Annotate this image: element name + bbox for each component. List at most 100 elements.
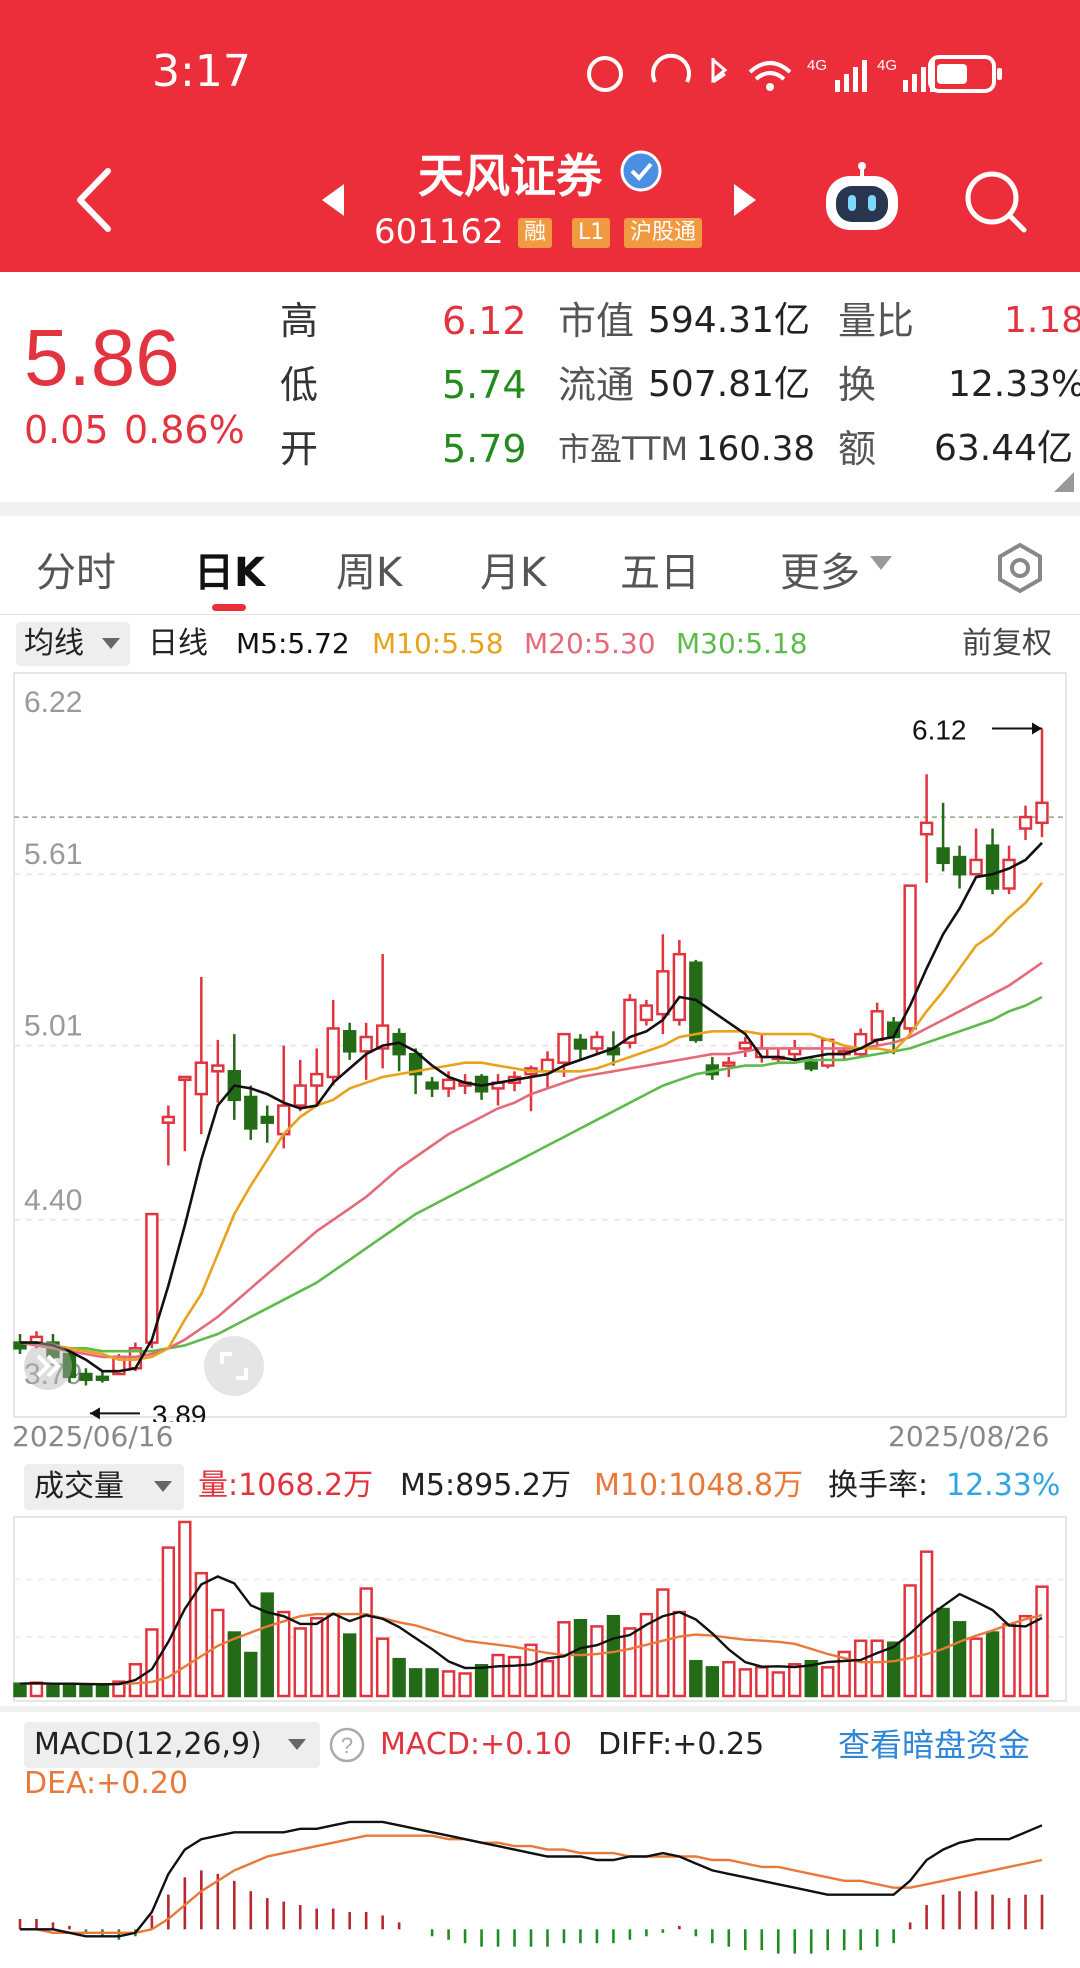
tab-five-day[interactable]: 五日 (620, 540, 700, 598)
last-price: 5.86 (24, 313, 180, 402)
volume-bar (1018, 1614, 1033, 1698)
prev-stock-icon[interactable] (318, 180, 348, 220)
candle-body (985, 844, 1000, 890)
candle-body (326, 1027, 340, 1079)
volume-bar (408, 1668, 423, 1698)
volume-bar (458, 1672, 472, 1698)
candle-body (1002, 858, 1016, 890)
diff-value: DIFF:+0.25 (598, 1727, 765, 1762)
volume-bar (672, 1610, 687, 1698)
candle-body (936, 847, 950, 865)
candle-body (211, 1064, 225, 1073)
chart-expand-button[interactable] (24, 1342, 72, 1390)
status-time: 3:17 (152, 46, 251, 97)
volume-bar (211, 1608, 225, 1698)
candlestick-chart[interactable]: 6.225.615.014.403.796.123.89 (0, 672, 1080, 1422)
candle-body (79, 1372, 93, 1381)
float-value: 507.81亿 (648, 364, 810, 405)
price-axis-label: 6.22 (24, 686, 82, 719)
low-label: 低 (280, 363, 319, 407)
candle-body (260, 1115, 274, 1124)
period-label: 日线 (148, 626, 208, 661)
macd-diff-line (20, 1820, 1043, 1938)
tab-divider (0, 614, 1080, 615)
volume-bar (62, 1682, 77, 1698)
volume-bar (903, 1584, 917, 1698)
volume-bar (342, 1633, 357, 1698)
candle-body (161, 1115, 176, 1124)
search-icon[interactable] (962, 168, 1028, 234)
next-stock-icon[interactable] (730, 180, 760, 220)
candle-body (1018, 815, 1033, 830)
candle-body (178, 1075, 192, 1082)
adjust-mode[interactable]: 前复权 (962, 624, 1052, 664)
tab-monthly-k[interactable]: 月K (480, 540, 546, 598)
volume-bar (771, 1671, 785, 1698)
open-label: 开 (280, 427, 319, 471)
float-label: 流通 (558, 363, 635, 407)
volume-bar (326, 1612, 340, 1698)
macd-selector[interactable]: MACD(12,26,9) (24, 1722, 320, 1768)
mcap-value: 594.31亿 (648, 300, 810, 341)
tag-connect: 沪股通 (624, 218, 703, 248)
volume-bar (524, 1643, 538, 1698)
volume-bar (1035, 1585, 1049, 1698)
fullscreen-button[interactable] (204, 1336, 264, 1396)
tab-more[interactable]: 更多 (780, 540, 860, 598)
dark-pool-link[interactable]: 查看暗盘资金 (838, 1725, 1030, 1765)
svg-text:?: ? (341, 1733, 353, 1758)
volume-bar (919, 1550, 934, 1698)
high-marker-label: 6.12 (912, 715, 967, 746)
volume-m10: M10:1048.8万 (594, 1468, 804, 1503)
candle-body (441, 1078, 456, 1090)
volume-selector[interactable]: 成交量 (24, 1464, 184, 1510)
volume-bar (853, 1639, 868, 1698)
volume-bar (1002, 1623, 1016, 1698)
volume-bar (474, 1664, 489, 1698)
amount-label: 额 (838, 427, 877, 471)
volume-bar (227, 1631, 241, 1698)
volume-bar (540, 1659, 555, 1698)
section-divider (0, 502, 1080, 516)
volume-bar (260, 1592, 274, 1698)
volume-bar (392, 1657, 406, 1698)
candle-body (310, 1072, 324, 1087)
expand-corner-icon[interactable] (1054, 472, 1074, 492)
tab-intraday[interactable]: 分时 (36, 540, 116, 598)
chevron-down-icon (102, 638, 120, 649)
volume-ratio-value: 1.18 (1004, 300, 1080, 341)
price-change-pct: 0.86% (124, 408, 245, 452)
ma5-value: M5:5.72 (236, 627, 350, 660)
tab-weekly-k[interactable]: 周K (336, 540, 402, 598)
amount-value: 63.44亿 (934, 428, 1074, 469)
help-icon[interactable]: ? (328, 1726, 366, 1764)
candle-body (919, 821, 934, 836)
stock-code: 601162 (374, 212, 504, 252)
volume-bar (425, 1668, 439, 1698)
volume-bar (623, 1627, 637, 1698)
back-icon[interactable] (70, 165, 120, 235)
chevron-down-icon (154, 1481, 172, 1492)
quote-panel: 5.86 0.05 0.86% 高 6.12 低 5.74 开 5.79 市值 … (0, 272, 1080, 502)
tab-daily-k[interactable]: 日K (194, 540, 265, 598)
volume-chart (13, 1516, 1067, 1702)
volume-bar (573, 1619, 588, 1698)
low-marker-label: 3.89 (152, 1399, 207, 1422)
volume-bar (441, 1670, 456, 1698)
double-chevron-right-icon (36, 1354, 61, 1378)
candle-body (672, 952, 687, 1022)
volume-bar (755, 1666, 769, 1698)
low-value: 5.74 (442, 363, 527, 407)
volume-bar (375, 1637, 390, 1698)
date-end: 2025/08/26 (888, 1420, 1050, 1453)
volume-selector-label: 成交量 (34, 1469, 124, 1504)
candle-body (557, 1032, 571, 1064)
volume-bar (705, 1666, 720, 1698)
chevron-down-icon[interactable] (870, 556, 892, 572)
ma-selector[interactable]: 均线 (16, 622, 130, 666)
settings-icon[interactable] (994, 542, 1046, 594)
robot-assistant-icon[interactable] (822, 162, 902, 234)
volume-bar (606, 1614, 621, 1698)
ma30-value: M30:5.18 (676, 627, 808, 660)
svg-text:4G: 4G (877, 57, 897, 74)
